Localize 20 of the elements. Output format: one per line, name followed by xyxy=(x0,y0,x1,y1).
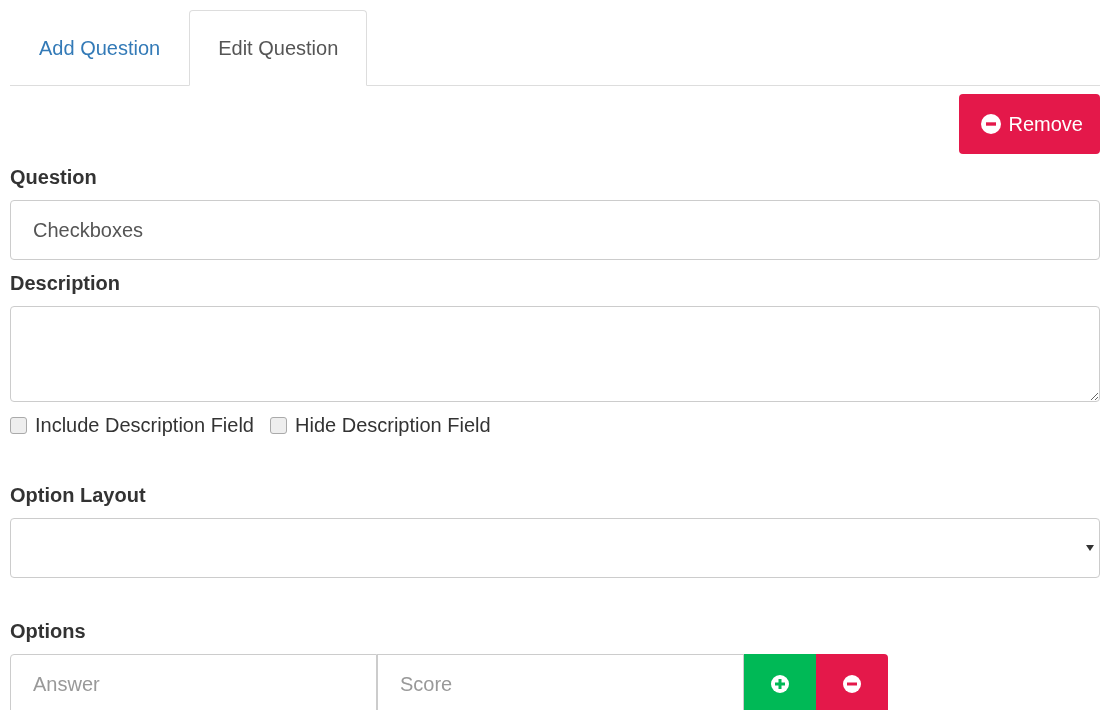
checkbox[interactable]: Hide Description Field xyxy=(270,410,491,440)
caret-icon xyxy=(1085,544,1095,552)
field-label: Question xyxy=(10,165,98,190)
field-label: Option Layout xyxy=(10,483,147,508)
remove-button[interactable]: Remove xyxy=(958,94,1100,154)
add-option-button[interactable] xyxy=(744,654,816,710)
remove-option-button[interactable] xyxy=(816,654,888,710)
description-field[interactable] xyxy=(10,306,1100,402)
minus-circle-icon xyxy=(843,675,861,693)
answer-field[interactable]: Answer xyxy=(10,654,377,710)
checkbox[interactable]: Include Description Field xyxy=(10,410,254,440)
plus-circle-icon xyxy=(771,675,789,693)
tab[interactable]: Edit Question xyxy=(189,10,368,86)
field-label: Options xyxy=(10,619,87,644)
field-label: Description xyxy=(10,271,122,296)
question-field[interactable]: Checkboxes xyxy=(10,200,1100,260)
score-field[interactable]: Score xyxy=(377,654,744,710)
minus-circle-icon xyxy=(980,114,1001,134)
tab[interactable]: Add Question xyxy=(10,10,190,86)
option-layout-select[interactable] xyxy=(10,518,1100,578)
